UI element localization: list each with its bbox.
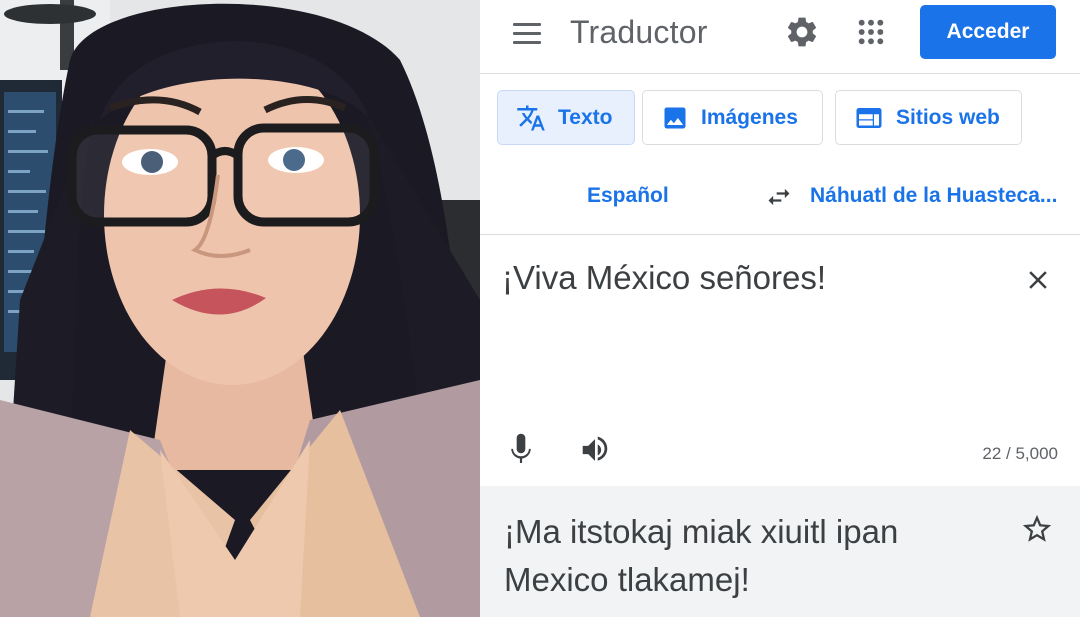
source-language-button[interactable]: Español	[587, 184, 669, 208]
character-counter: 22 / 5,000	[982, 444, 1058, 463]
tab-text-label: Texto	[558, 105, 613, 129]
translation-output-area: ¡Ma itstokaj miak xiuitl ipan Mexico tla…	[480, 486, 1080, 617]
star-icon[interactable]	[1020, 512, 1054, 546]
tab-images[interactable]: Imágenes	[642, 90, 823, 145]
source-text-input[interactable]: ¡Viva México señores!	[502, 259, 826, 297]
clear-text-icon[interactable]	[1023, 265, 1053, 295]
selfie-photo	[0, 0, 480, 617]
web-icon	[856, 107, 882, 128]
mode-tabs: Texto Imágenes Sitios web	[480, 90, 1080, 146]
microphone-icon[interactable]	[508, 433, 534, 467]
tab-text[interactable]: Texto	[497, 90, 635, 145]
translator-panel: Traductor Acceder Texto Imágenes Sitios …	[480, 0, 1080, 617]
swap-languages-icon[interactable]	[763, 183, 795, 211]
tab-websites-label: Sitios web	[896, 105, 1000, 129]
app-title: Traductor	[570, 14, 708, 50]
image-icon	[664, 107, 686, 128]
language-bar: Español Náhuatl de la Huasteca...	[480, 166, 1080, 228]
translate-icon	[517, 105, 545, 130]
apps-icon[interactable]	[855, 16, 887, 48]
selfie-image	[0, 0, 480, 617]
source-input-area[interactable]: ¡Viva México señores! 22 / 5,000	[480, 234, 1080, 486]
target-language-button[interactable]: Náhuatl de la Huasteca...	[810, 184, 1057, 208]
menu-icon[interactable]	[510, 20, 544, 48]
tab-websites[interactable]: Sitios web	[835, 90, 1022, 145]
top-app-bar: Traductor Acceder	[480, 0, 1080, 74]
signin-button[interactable]: Acceder	[920, 5, 1056, 59]
speaker-icon[interactable]	[578, 435, 612, 465]
tab-images-label: Imágenes	[701, 105, 798, 129]
gear-icon[interactable]	[784, 14, 820, 50]
translated-text: ¡Ma itstokaj miak xiuitl ipan Mexico tla…	[504, 513, 899, 598]
